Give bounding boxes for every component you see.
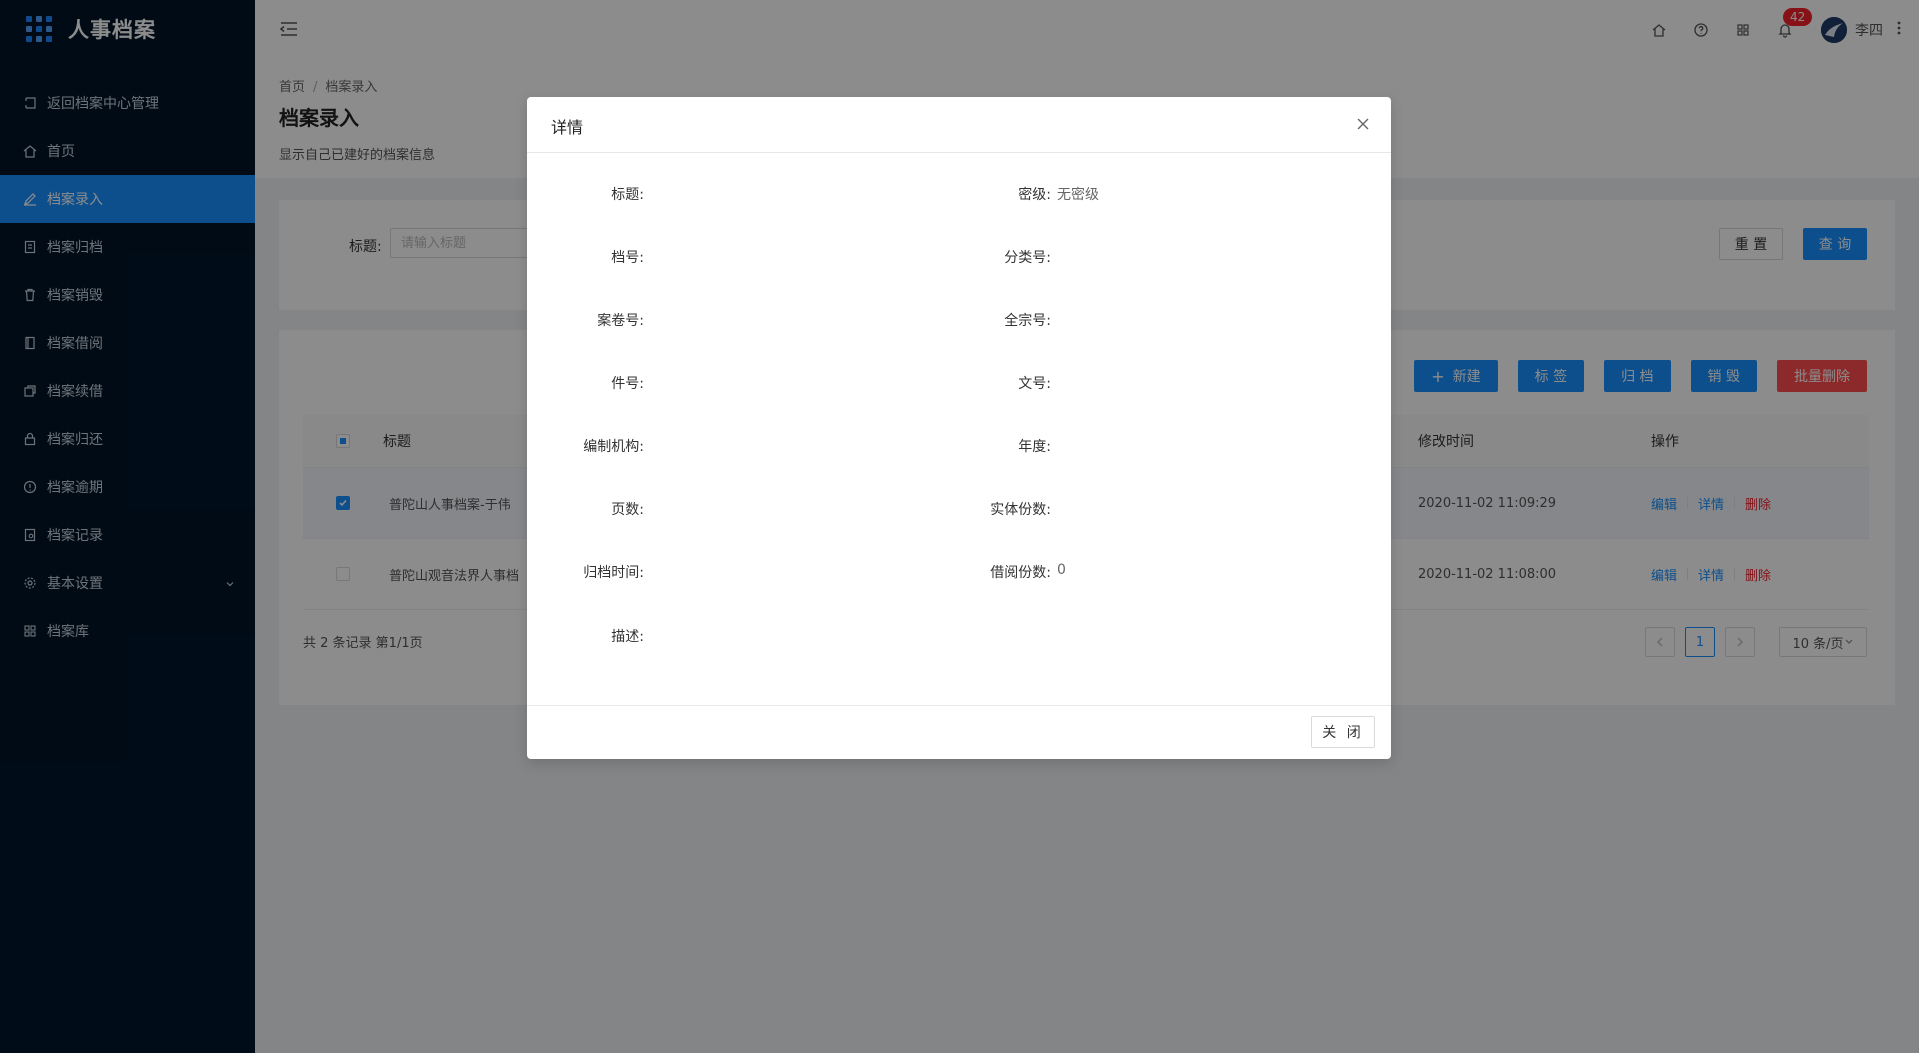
field-physical-copies: 实体份数: [921, 499, 1057, 519]
field-label: 标题: [611, 187, 644, 203]
field-label: 案卷号: [597, 313, 644, 329]
modal-footer: 关 闭 [527, 705, 1391, 759]
field-file-number: 档号: [527, 247, 650, 267]
field-label: 年度: [1018, 439, 1051, 455]
modal-title: 详情 [551, 118, 584, 137]
close-icon[interactable] [1353, 114, 1373, 134]
field-class-number: 分类号: [921, 247, 1057, 267]
field-item-number: 件号: [527, 373, 650, 393]
field-page-count: 页数: [527, 499, 650, 519]
modal-header: 详情 [527, 97, 1391, 153]
field-security-level: 密级: 无密级 [921, 184, 1099, 204]
field-label: 实体份数: [990, 502, 1051, 518]
field-borrowed-copies: 借阅份数: 0 [921, 562, 1066, 582]
field-label: 页数: [611, 502, 644, 518]
field-value: 0 [1057, 562, 1066, 578]
field-label: 借阅份数: [990, 565, 1051, 581]
field-label: 密级: [1018, 187, 1051, 203]
field-year: 年度: [921, 436, 1057, 456]
field-fonds-number: 全宗号: [921, 310, 1057, 330]
field-organization: 编制机构: [527, 436, 650, 456]
detail-modal: 详情 标题: 档号: 案卷号: 件号: 编制机构: 页数: 归档时间: 描述: … [527, 97, 1391, 759]
field-label: 件号: [611, 376, 644, 392]
modal-body: 标题: 档号: 案卷号: 件号: 编制机构: 页数: 归档时间: 描述: 密级:… [527, 153, 1391, 703]
field-label: 档号: [611, 250, 644, 266]
field-archive-time: 归档时间: [527, 562, 650, 582]
field-label: 分类号: [1004, 250, 1051, 266]
close-button[interactable]: 关 闭 [1311, 716, 1375, 748]
field-value: 无密级 [1057, 187, 1099, 203]
field-description: 描述: [527, 626, 650, 646]
field-label: 编制机构: [583, 439, 644, 455]
field-label: 全宗号: [1004, 313, 1051, 329]
field-label: 描述: [611, 629, 644, 645]
field-title: 标题: [527, 184, 650, 204]
field-document-number: 文号: [921, 373, 1057, 393]
field-volume-number: 案卷号: [527, 310, 650, 330]
field-label: 归档时间: [583, 565, 644, 581]
field-label: 文号: [1018, 376, 1051, 392]
